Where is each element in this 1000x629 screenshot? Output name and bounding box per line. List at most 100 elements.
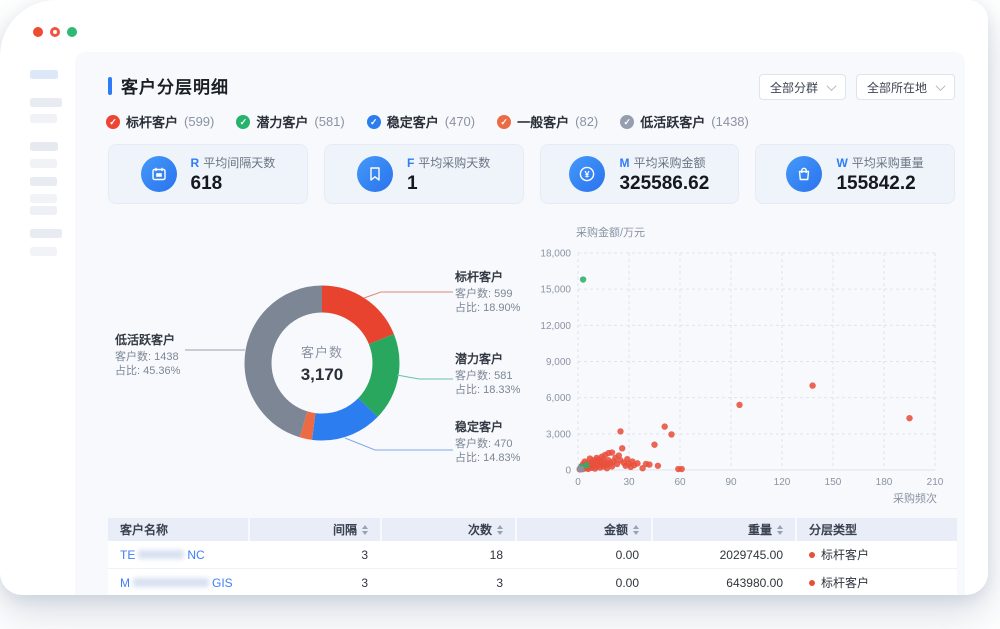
svg-text:90: 90 xyxy=(725,477,737,488)
legend-item-0[interactable]: ✓ 标杆客户 (599) xyxy=(106,112,214,131)
stat-value: 325586.62 xyxy=(619,173,709,195)
close-icon[interactable] xyxy=(33,27,43,37)
chevron-down-icon xyxy=(936,81,946,91)
check-circle-icon: ✓ xyxy=(367,115,381,129)
column-label: 间隔 xyxy=(333,521,357,538)
type-label: 标杆客户 xyxy=(821,546,869,563)
app-window: 客户分层明细 全部分群 全部所在地 ✓ 标杆客户 (599) ✓潜力客户(581) ✓稳… xyxy=(0,0,988,595)
cell-interval: 3 xyxy=(250,569,380,595)
sort-icon[interactable] xyxy=(497,525,503,535)
stat-cards: R平均间隔天数618F平均采购天数1¥M平均采购金额325586.62W平均采购… xyxy=(108,144,955,204)
window-controls xyxy=(33,27,77,37)
callout-count: 客户数: 1438 xyxy=(115,350,235,364)
cell-weight: 643980.00 xyxy=(653,569,795,595)
cell-interval: 3 xyxy=(250,541,380,568)
svg-text:0: 0 xyxy=(565,466,571,477)
column-header-2[interactable]: 次数 xyxy=(382,518,515,541)
sidebar-skeleton-item xyxy=(30,247,57,256)
redacted-name-segment xyxy=(138,550,184,559)
legend-count: (599) xyxy=(184,114,214,129)
cell-times: 3 xyxy=(382,569,515,595)
stat-label: F平均采购天数 xyxy=(407,154,490,171)
legend-item-3[interactable]: ✓ 一般客户 (82) xyxy=(497,112,598,131)
stat-value: 155842.2 xyxy=(836,173,923,195)
name-prefix: TE xyxy=(120,548,135,562)
sidebar-skeleton-item xyxy=(30,206,57,215)
column-label: 金额 xyxy=(604,521,628,538)
sort-icon[interactable] xyxy=(777,525,783,535)
filter-bar: 全部分群 全部所在地 xyxy=(759,74,955,100)
bag-icon xyxy=(786,156,822,192)
customer-name-link[interactable]: M GIS xyxy=(108,569,248,595)
check-circle-icon: ✓ xyxy=(106,115,120,129)
legend-item-4[interactable]: ✓ 低活跃客户 (1438) xyxy=(620,112,749,131)
svg-text:0: 0 xyxy=(575,477,581,488)
stat-label: R平均间隔天数 xyxy=(191,154,276,171)
sort-icon[interactable] xyxy=(362,525,368,535)
bookmark-icon xyxy=(357,156,393,192)
name-prefix: M xyxy=(120,576,130,590)
legend: ✓标杆客户(599)✓潜力客户(581)✓稳定客户(470)✓一般客户(82)✓… xyxy=(106,112,749,131)
column-header-4[interactable]: 重量 xyxy=(653,518,795,541)
stat-label: M平均采购金额 xyxy=(619,154,709,171)
svg-text:3,000: 3,000 xyxy=(546,429,571,440)
table-row[interactable]: MGIS330.00643980.00标杆客户 xyxy=(108,569,957,595)
column-header-3[interactable]: 金额 xyxy=(517,518,651,541)
svg-text:12,000: 12,000 xyxy=(540,321,571,332)
location-filter-select[interactable]: 全部所在地 xyxy=(856,74,955,100)
sidebar-skeleton-item xyxy=(30,194,57,203)
name-suffix: GIS xyxy=(212,576,233,590)
svg-text:6,000: 6,000 xyxy=(546,393,571,404)
maximize-icon[interactable] xyxy=(67,27,77,37)
legend-count: (470) xyxy=(445,114,475,129)
check-circle-icon: ✓ xyxy=(497,115,511,129)
sidebar-skeleton-item xyxy=(30,114,57,123)
callout-percent: 占比: 45.36% xyxy=(115,364,235,378)
segment-filter-select[interactable]: 全部分群 xyxy=(759,74,846,100)
page-title: 客户分层明细 xyxy=(121,73,229,98)
sidebar-skeleton xyxy=(30,70,74,265)
customer-name-link[interactable]: TE NC xyxy=(108,541,248,568)
stat-value: 618 xyxy=(191,173,276,195)
svg-text:210: 210 xyxy=(927,477,944,488)
calendar-icon xyxy=(141,156,177,192)
sidebar-skeleton-item xyxy=(30,70,58,79)
type-label: 标杆客户 xyxy=(821,574,869,591)
sidebar-skeleton-item xyxy=(30,98,62,107)
minimize-icon[interactable] xyxy=(50,27,60,37)
sidebar-skeleton-item xyxy=(30,177,57,186)
table-body: TENC3180.002029745.00标杆客户MGIS330.0064398… xyxy=(108,541,957,595)
column-header-5: 分层类型 xyxy=(797,518,957,541)
stat-card-0: R平均间隔天数 618 xyxy=(108,144,308,204)
svg-text:30: 30 xyxy=(623,477,635,488)
legend-count: (82) xyxy=(575,114,598,129)
legend-label: 一般客户 xyxy=(517,112,569,131)
legend-label: 标杆客户 xyxy=(126,112,178,131)
column-header-0: 客户名称 xyxy=(108,518,248,541)
legend-item-1[interactable]: ✓潜力客户(581) xyxy=(236,112,344,131)
type-dot-icon xyxy=(809,580,815,586)
sort-icon[interactable] xyxy=(633,525,639,535)
svg-text:9,000: 9,000 xyxy=(546,357,571,368)
column-label: 重量 xyxy=(748,521,772,538)
table-header-row: 客户名称 间隔 次数 金额 重量 分层类型 xyxy=(108,518,957,541)
name-suffix: NC xyxy=(187,548,204,562)
column-header-1[interactable]: 间隔 xyxy=(250,518,380,541)
table-row[interactable]: TENC3180.002029745.00标杆客户 xyxy=(108,541,957,569)
legend-label: 低活跃客户 xyxy=(640,112,705,131)
sidebar-skeleton-item xyxy=(30,142,58,151)
legend-count: (1438) xyxy=(711,114,749,129)
donut-center-value: 3,170 xyxy=(272,365,372,385)
svg-text:15,000: 15,000 xyxy=(540,285,571,296)
redacted-name-segment xyxy=(133,578,209,587)
chevron-down-icon xyxy=(827,81,837,91)
title-accent-bar xyxy=(108,77,112,95)
check-circle-icon: ✓ xyxy=(620,115,634,129)
svg-text:18,000: 18,000 xyxy=(540,249,571,260)
stat-card-1: F平均采购天数1 xyxy=(324,144,524,204)
segment-filter-value: 全部分群 xyxy=(770,79,818,96)
stat-card-2: ¥M平均采购金额325586.62 xyxy=(540,144,740,204)
sidebar-skeleton-item xyxy=(30,229,62,238)
legend-item-2[interactable]: ✓稳定客户(470) xyxy=(367,112,475,131)
scatter-chart[interactable]: 030609012015018021003,0006,0009,00012,00… xyxy=(495,220,965,520)
